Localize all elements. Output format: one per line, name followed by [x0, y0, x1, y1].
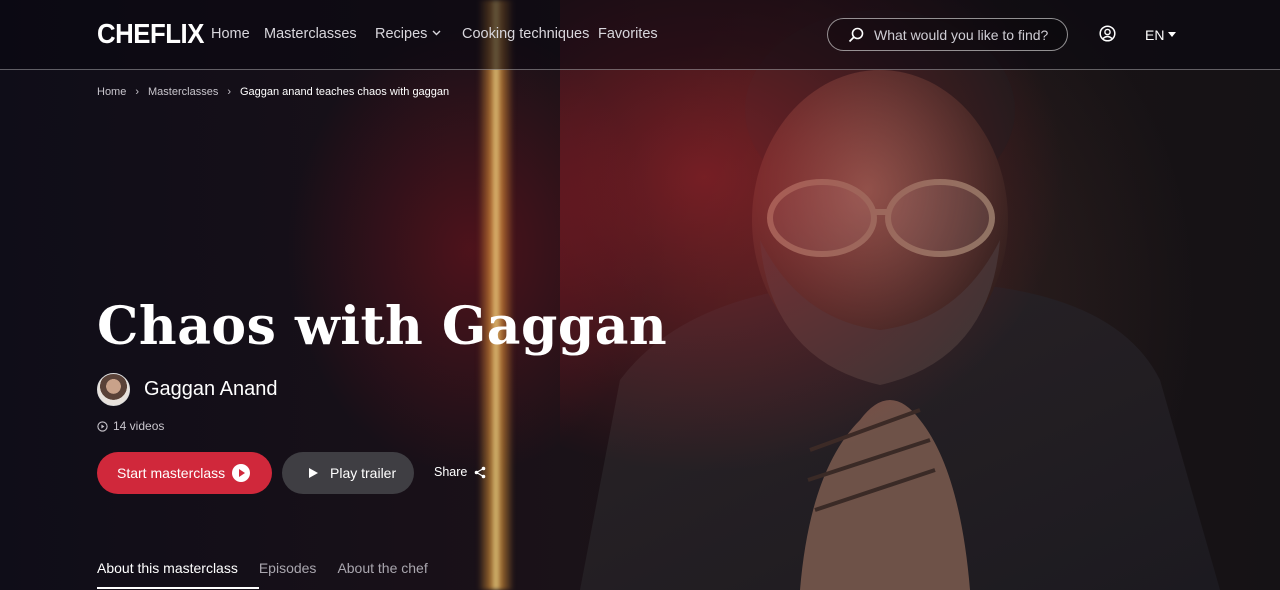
- chef-portrait-image: [560, 0, 1280, 590]
- nav-cooking-techniques[interactable]: Cooking techniques: [462, 26, 589, 42]
- nav-favorites[interactable]: Favorites: [598, 26, 658, 42]
- breadcrumb-masterclasses[interactable]: Masterclasses: [148, 86, 218, 98]
- cheflix-logo[interactable]: CHEFLIX: [97, 18, 204, 50]
- chef-name[interactable]: Gaggan Anand: [144, 378, 277, 401]
- play-circle-icon: [97, 420, 108, 432]
- search-icon: [848, 27, 864, 43]
- nav-recipes[interactable]: Recipes: [375, 26, 441, 42]
- breadcrumb-separator-icon: ›: [227, 86, 231, 98]
- masterclass-tabs: About this masterclass Episodes About th…: [97, 560, 449, 589]
- nav-recipes-label: Recipes: [375, 26, 428, 42]
- top-navigation-bar: CHEFLIX Home Masterclasses Recipes Cooki…: [0, 0, 1280, 70]
- language-label: EN: [1145, 27, 1165, 43]
- chevron-down-icon: [432, 30, 441, 36]
- tab-about-masterclass[interactable]: About this masterclass: [97, 560, 259, 589]
- video-count-label: 14 videos: [113, 419, 165, 433]
- play-trailer-button[interactable]: Play trailer: [282, 452, 414, 494]
- play-trailer-label: Play trailer: [330, 465, 397, 481]
- search-box[interactable]: [827, 18, 1068, 51]
- chef-info: Gaggan Anand: [97, 373, 277, 406]
- page-title: Chaos with Gaggan: [97, 296, 668, 357]
- language-selector[interactable]: EN: [1145, 27, 1177, 43]
- nav-home[interactable]: Home: [211, 26, 250, 42]
- share-button[interactable]: Share: [434, 465, 486, 479]
- play-icon: [232, 464, 250, 482]
- caret-down-icon: [1168, 32, 1177, 37]
- video-count: 14 videos: [97, 419, 164, 433]
- play-icon: [309, 468, 318, 478]
- light-streak: [478, 0, 514, 590]
- tab-episodes[interactable]: Episodes: [259, 560, 317, 589]
- breadcrumb-home[interactable]: Home: [97, 86, 126, 98]
- breadcrumb-separator-icon: ›: [135, 86, 140, 98]
- share-icon: [475, 466, 486, 478]
- breadcrumb: Home › Masterclasses › Gaggan anand teac…: [97, 86, 449, 98]
- share-label: Share: [434, 465, 468, 479]
- start-masterclass-label: Start masterclass: [117, 465, 226, 481]
- tab-about-chef[interactable]: About the chef: [337, 560, 427, 589]
- breadcrumb-current: Gaggan anand teaches chaos with gaggan: [239, 86, 450, 98]
- start-masterclass-button[interactable]: Start masterclass: [97, 452, 272, 494]
- search-input[interactable]: [874, 25, 1059, 45]
- chef-avatar: [97, 373, 130, 406]
- nav-masterclasses[interactable]: Masterclasses: [264, 26, 357, 42]
- user-account-icon[interactable]: [1099, 25, 1116, 42]
